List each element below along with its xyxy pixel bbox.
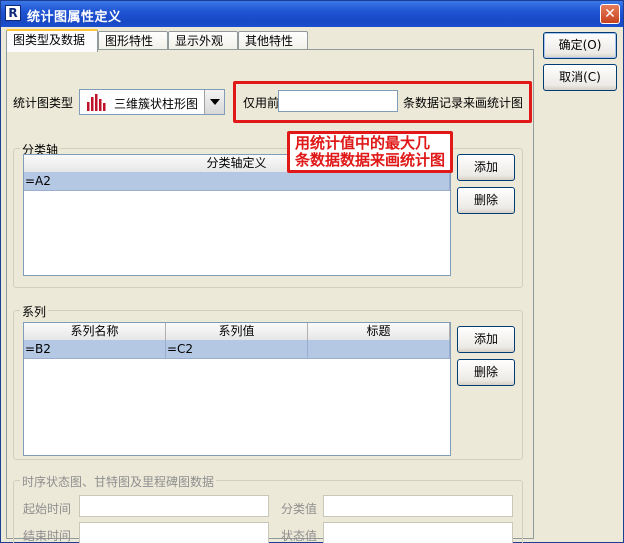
table-cell[interactable]: =B2 xyxy=(24,340,166,359)
category-add-button[interactable]: 添加 xyxy=(457,154,515,181)
start-time-input xyxy=(79,495,269,517)
only-use-suffix-label: 条数据记录来画统计图 xyxy=(403,96,524,110)
ok-button[interactable]: 确定(O) xyxy=(543,32,617,59)
tab-panel-content: 统计图类型 三维簇状柱形图 仅用前 条数据记录来画统计图 分类轴 分类轴定义 =… xyxy=(7,50,533,543)
table-cell[interactable] xyxy=(308,340,450,359)
table-cell[interactable]: =A2 xyxy=(24,172,450,191)
end-time-label: 结束时间 xyxy=(23,529,72,543)
column-header-title[interactable]: 标题 xyxy=(308,323,450,340)
table-cell[interactable]: =C2 xyxy=(166,340,308,359)
table-header: 系列名称 系列值 标题 xyxy=(24,323,450,340)
table-row[interactable]: =B2 =C2 xyxy=(24,340,450,359)
callout-line-1: 用统计值中的最大几 xyxy=(295,134,431,152)
callout-line-2: 条数据数据来画统计图 xyxy=(295,151,446,169)
series-legend: 系列 xyxy=(20,303,49,320)
close-button[interactable]: ✕ xyxy=(600,4,620,24)
start-time-label: 起始时间 xyxy=(23,502,72,516)
status-value-label: 状态值 xyxy=(281,529,318,543)
chevron-down-icon[interactable] xyxy=(204,90,224,114)
app-icon: R xyxy=(5,5,21,21)
tab-other-properties[interactable]: 其他特性 xyxy=(238,31,308,51)
window-title: 统计图属性定义 xyxy=(27,10,122,25)
tab-graphic-properties[interactable]: 图形特性 xyxy=(98,31,168,51)
annotation-callout: 用统计值中的最大几 条数据数据来画统计图 xyxy=(287,131,454,173)
status-value-input xyxy=(323,522,513,543)
tab-label: 图形特性 xyxy=(105,34,154,48)
chart-type-label: 统计图类型 xyxy=(13,96,74,110)
dialog-window: R 统计图属性定义 ✕ 图类型及数据 图形特性 显示外观 其他特性 统计图类型 xyxy=(0,0,624,543)
title-bar[interactable]: R 统计图属性定义 ✕ xyxy=(1,1,623,27)
chart-type-value: 三维簇状柱形图 xyxy=(114,97,199,111)
tab-chart-type-data[interactable]: 图类型及数据 xyxy=(6,29,98,52)
record-count-input[interactable] xyxy=(278,90,398,112)
chart-type-select[interactable]: 三维簇状柱形图 xyxy=(79,89,225,115)
series-add-button[interactable]: 添加 xyxy=(457,326,515,353)
only-use-prefix-label: 仅用前 xyxy=(243,96,280,110)
timeline-legend: 时序状态图、甘特图及里程碑图数据 xyxy=(20,473,217,490)
category-value-input xyxy=(323,495,513,517)
bar-chart-icon xyxy=(87,94,106,111)
table-row[interactable]: =A2 xyxy=(24,172,450,191)
tab-label: 图类型及数据 xyxy=(13,33,86,47)
category-delete-button[interactable]: 删除 xyxy=(457,187,515,214)
dialog-client: 图类型及数据 图形特性 显示外观 其他特性 统计图类型 三维簇状柱形图 仅用前 … xyxy=(2,27,622,543)
close-icon: ✕ xyxy=(604,6,616,22)
tab-display-appearance[interactable]: 显示外观 xyxy=(168,31,238,51)
column-header-series-value[interactable]: 系列值 xyxy=(166,323,308,340)
column-header-series-name[interactable]: 系列名称 xyxy=(24,323,166,340)
tab-panel: 统计图类型 三维簇状柱形图 仅用前 条数据记录来画统计图 分类轴 分类轴定义 =… xyxy=(6,49,534,543)
cancel-button[interactable]: 取消(C) xyxy=(543,64,617,91)
category-value-label: 分类值 xyxy=(281,502,318,516)
series-delete-button[interactable]: 删除 xyxy=(457,359,515,386)
series-table[interactable]: 系列名称 系列值 标题 =B2 =C2 xyxy=(23,322,451,456)
tab-label: 显示外观 xyxy=(175,34,224,48)
tab-label: 其他特性 xyxy=(245,34,294,48)
end-time-input xyxy=(79,522,269,543)
